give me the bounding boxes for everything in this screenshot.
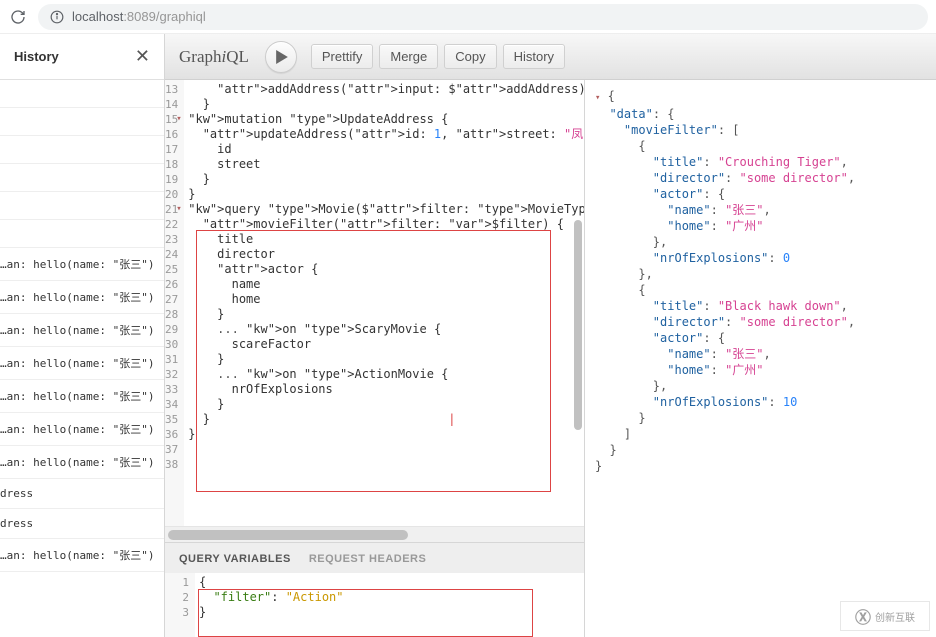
result-panel: ▾ { "data": { "movieFilter": [ { "title"… <box>585 80 936 637</box>
history-item[interactable] <box>0 108 164 136</box>
close-icon[interactable]: ✕ <box>135 46 150 67</box>
url-text: localhost:8089/graphiql <box>72 9 206 24</box>
vertical-scrollbar[interactable] <box>570 80 584 526</box>
line-gutter: 1314151617181920212223242526272829303132… <box>165 80 184 526</box>
history-item[interactable]: dress <box>0 479 164 509</box>
watermark-logo: Ⓧ创新互联 <box>840 601 930 631</box>
history-item[interactable] <box>0 136 164 164</box>
execute-button[interactable] <box>265 41 297 73</box>
history-item[interactable]: an: hello(name: "张三")… <box>0 281 164 314</box>
copy-button[interactable]: Copy <box>444 44 496 69</box>
variables-editor[interactable]: 123 { "filter": "Action"} <box>165 573 584 637</box>
info-icon <box>50 10 64 24</box>
horizontal-scrollbar[interactable] <box>165 526 584 542</box>
graphiql-panel: GraphiQL Prettify Merge Copy History 131… <box>165 34 936 637</box>
history-panel: History ✕ an: hello(name: "张三")…an: hell… <box>0 34 165 637</box>
history-item[interactable]: an: hello(name: "张三")… <box>0 413 164 446</box>
history-item[interactable] <box>0 192 164 220</box>
history-button[interactable]: History <box>503 44 565 69</box>
graphiql-logo: GraphiQL <box>179 47 249 67</box>
history-item[interactable]: an: hello(name: "张三")… <box>0 380 164 413</box>
query-code[interactable]: "attr">addAddress("attr">input: $"attr">… <box>184 80 584 526</box>
history-item[interactable]: an: hello(name: "张三")… <box>0 314 164 347</box>
browser-toolbar: localhost:8089/graphiql <box>0 0 936 34</box>
history-list: an: hello(name: "张三")…an: hello(name: "张… <box>0 80 164 637</box>
line-gutter: 123 <box>165 573 195 637</box>
toolbar: GraphiQL Prettify Merge Copy History <box>165 34 936 80</box>
history-item[interactable]: an: hello(name: "张三")… <box>0 347 164 380</box>
variables-code[interactable]: { "filter": "Action"} <box>195 573 584 637</box>
query-pane: 1314151617181920212223242526272829303132… <box>165 80 585 637</box>
history-item[interactable]: an: hello(name: "张三")… <box>0 446 164 479</box>
tab-request-headers[interactable]: Request Headers <box>309 553 427 565</box>
merge-button[interactable]: Merge <box>379 44 438 69</box>
history-item[interactable]: dress <box>0 509 164 539</box>
reload-icon[interactable] <box>8 7 28 27</box>
history-item[interactable]: an: hello(name: "张三")… <box>0 248 164 281</box>
url-bar[interactable]: localhost:8089/graphiql <box>38 4 928 30</box>
history-item[interactable] <box>0 80 164 108</box>
variables-header[interactable]: Query Variables Request Headers <box>165 543 584 573</box>
query-editor[interactable]: 1314151617181920212223242526272829303132… <box>165 80 584 526</box>
history-item[interactable]: an: hello(name: "张三")… <box>0 539 164 572</box>
variables-section: Query Variables Request Headers 123 { "f… <box>165 542 584 637</box>
prettify-button[interactable]: Prettify <box>311 44 373 69</box>
history-item[interactable] <box>0 220 164 248</box>
history-header: History ✕ <box>0 34 164 80</box>
tab-query-variables[interactable]: Query Variables <box>179 553 291 565</box>
history-item[interactable] <box>0 164 164 192</box>
history-title: History <box>14 49 59 64</box>
